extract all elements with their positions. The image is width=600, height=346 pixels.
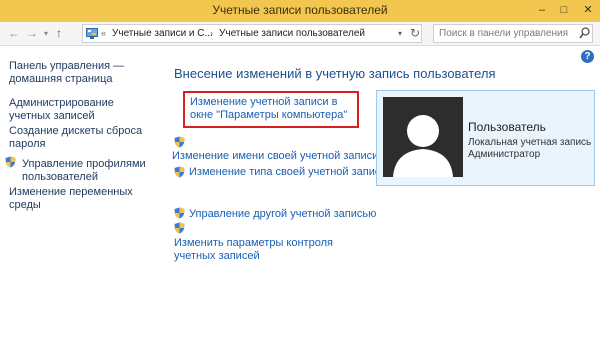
- forward-arrow-icon[interactable]: →: [26, 26, 38, 40]
- sidebar-item-environment-variables[interactable]: Изменение переменных среды: [9, 186, 149, 212]
- change-account-in-pc-settings-link[interactable]: Изменение учетной записи в окне "Парамет…: [190, 96, 358, 122]
- sidebar-item-account-administration[interactable]: Администрирование учетных записей: [9, 97, 149, 123]
- user-name: Пользователь: [468, 120, 546, 134]
- uac-settings-link[interactable]: Изменить параметры контроля учетных запи…: [174, 237, 364, 263]
- address-bar[interactable]: « Учетные записи и С... › Учетные записи…: [82, 24, 422, 43]
- search-placeholder: Поиск в панели управления: [439, 28, 569, 39]
- control-panel-icon: [86, 28, 98, 39]
- breadcrumb-accounts-and-family[interactable]: Учетные записи и С...: [112, 28, 213, 39]
- address-overflow-icon[interactable]: «: [101, 28, 106, 38]
- minimize-button[interactable]: –: [532, 0, 552, 20]
- maximize-button[interactable]: □: [554, 0, 574, 20]
- up-arrow-icon[interactable]: ↑: [56, 26, 62, 40]
- address-dropdown-chevron-icon[interactable]: ▾: [398, 29, 402, 38]
- uac-shield-icon: [174, 207, 185, 219]
- refresh-icon[interactable]: ↻: [410, 26, 420, 40]
- change-account-name-link[interactable]: Изменение имени своей учетной записи: [172, 150, 378, 163]
- breadcrumb-user-accounts[interactable]: Учетные записи пользователей: [219, 28, 365, 39]
- search-icon[interactable]: [579, 27, 590, 42]
- manage-another-account-link[interactable]: Управление другой учетной записью: [189, 208, 376, 221]
- uac-shield-icon: [174, 166, 185, 178]
- avatar[interactable]: [383, 97, 463, 177]
- recent-pages-chevron-icon[interactable]: ▾: [44, 29, 48, 38]
- navigation-bar: ← → ▾ ↑ « Учетные записи и С... › Учетны…: [0, 22, 600, 46]
- back-arrow-icon[interactable]: ←: [8, 26, 20, 40]
- sidebar-item-password-reset-disk[interactable]: Создание дискеты сброса пароля: [9, 125, 149, 151]
- help-icon[interactable]: ?: [581, 50, 594, 63]
- uac-shield-icon: [174, 136, 185, 148]
- title-bar: Учетные записи пользователей – □ ✕: [0, 0, 600, 22]
- sidebar-item-control-panel-home[interactable]: Панель управления — домашняя страница: [9, 60, 139, 86]
- breadcrumb-separator-icon[interactable]: ›: [210, 28, 213, 38]
- account-type-label: Локальная учетная запись: [468, 137, 592, 148]
- change-account-type-link[interactable]: Изменение типа своей учетной записи: [189, 166, 387, 179]
- window-title: Учетные записи пользователей: [212, 3, 388, 17]
- page-title: Внесение изменений в учетную запись поль…: [174, 66, 496, 81]
- sidebar-item-manage-user-profiles[interactable]: Управление профилями пользователей: [22, 158, 150, 184]
- account-role-label: Администратор: [468, 149, 541, 160]
- search-input[interactable]: Поиск в панели управления: [433, 24, 593, 43]
- uac-shield-icon: [5, 156, 16, 168]
- uac-shield-icon: [174, 222, 185, 234]
- close-button[interactable]: ✕: [576, 0, 600, 20]
